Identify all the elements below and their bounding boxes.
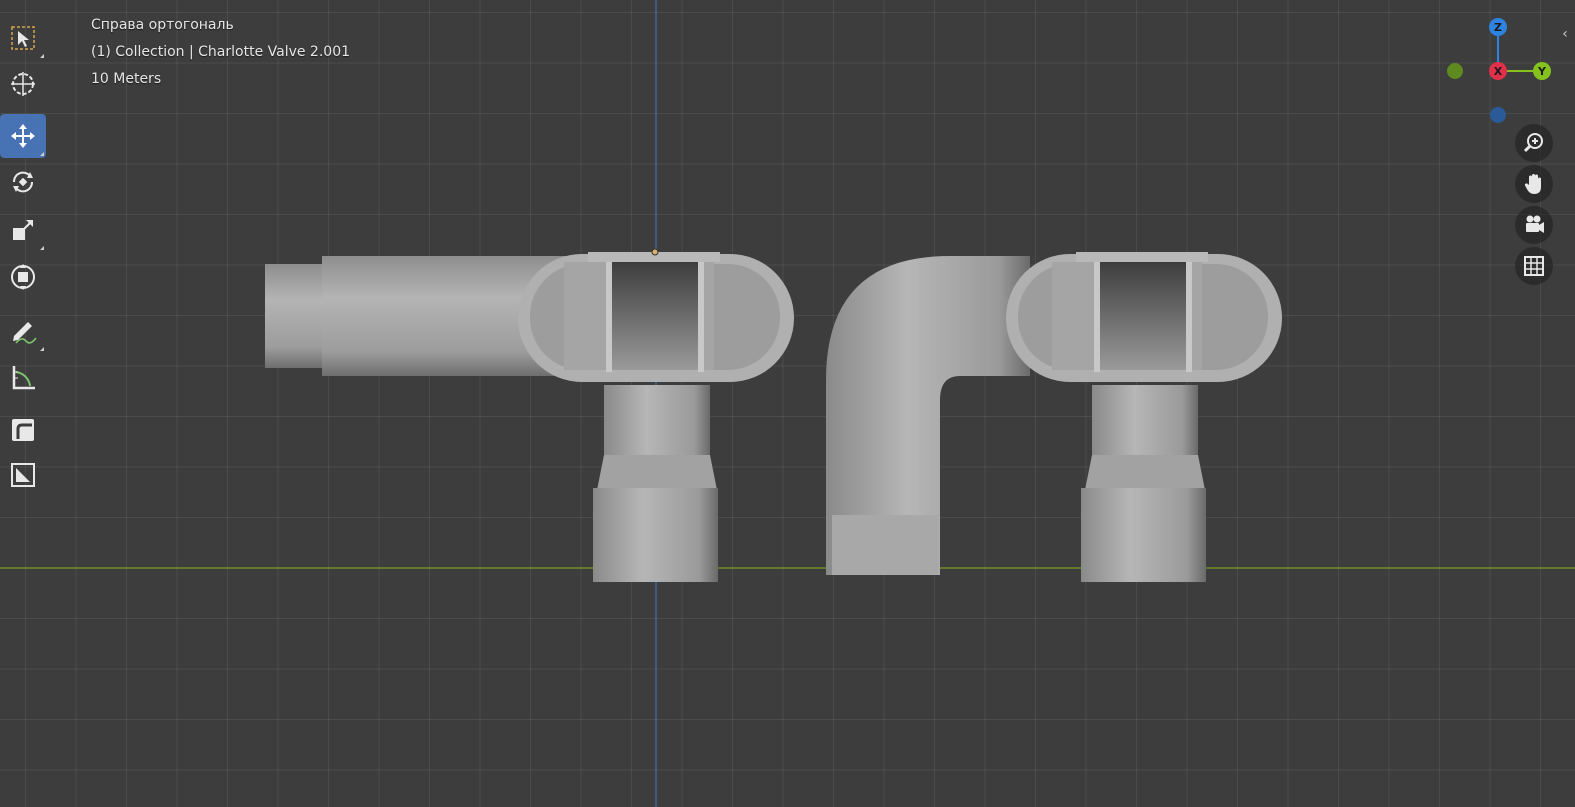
pan-hand-icon (1524, 174, 1541, 194)
select-box-tool[interactable] (0, 16, 46, 60)
collection-label: (1) Collection | Charlotte Valve 2.001 (91, 44, 351, 60)
grid-ortho-icon (1524, 256, 1544, 276)
gizmo-x-label: X (1494, 65, 1503, 78)
rotate-tool[interactable] (0, 160, 46, 204)
3d-cursor-icon (11, 72, 35, 96)
gizmo-neg-z[interactable] (1490, 107, 1506, 123)
scale-tool[interactable] (0, 208, 46, 252)
add-plane-tool[interactable] (0, 453, 46, 497)
valve-model-right[interactable] (826, 252, 1282, 582)
zoom-icon (1523, 133, 1543, 153)
camera-view-button[interactable] (1515, 206, 1553, 244)
view-name-label: Справа ортогональ (91, 17, 234, 33)
navigation-gizmo[interactable]: Z X Y (1447, 18, 1551, 123)
ruler-icon (12, 366, 35, 390)
gizmo-z-label: Z (1494, 21, 1502, 34)
pan-button[interactable] (1515, 165, 1553, 203)
scale-label: 10 Meters (91, 71, 162, 87)
camera-icon (1526, 215, 1544, 233)
annotate-tool[interactable] (0, 309, 46, 353)
annotate-pencil-icon (13, 322, 37, 344)
zoom-button[interactable] (1515, 124, 1553, 162)
move-arrows-icon (11, 124, 35, 148)
cursor-tool[interactable] (0, 62, 46, 106)
cursor-select-icon (11, 26, 35, 50)
measure-tool[interactable] (0, 355, 46, 399)
sidebar-collapse-icon[interactable]: ‹ (1556, 24, 1574, 44)
extrude-icon (12, 419, 34, 441)
gizmo-y-label: Y (1537, 65, 1547, 78)
gizmo-neg-y[interactable] (1447, 63, 1463, 79)
bevel-icon (11, 463, 35, 487)
rotate-icon (12, 171, 34, 193)
3d-viewport[interactable]: Z X Y (0, 0, 1575, 807)
scale-icon (13, 220, 33, 240)
transform-icon (11, 264, 35, 290)
move-tool[interactable] (0, 114, 46, 158)
valve-model-left[interactable] (265, 248, 794, 582)
transform-tool[interactable] (0, 255, 46, 299)
add-cube-tool[interactable] (0, 408, 46, 452)
ortho-toggle-button[interactable] (1515, 247, 1553, 285)
